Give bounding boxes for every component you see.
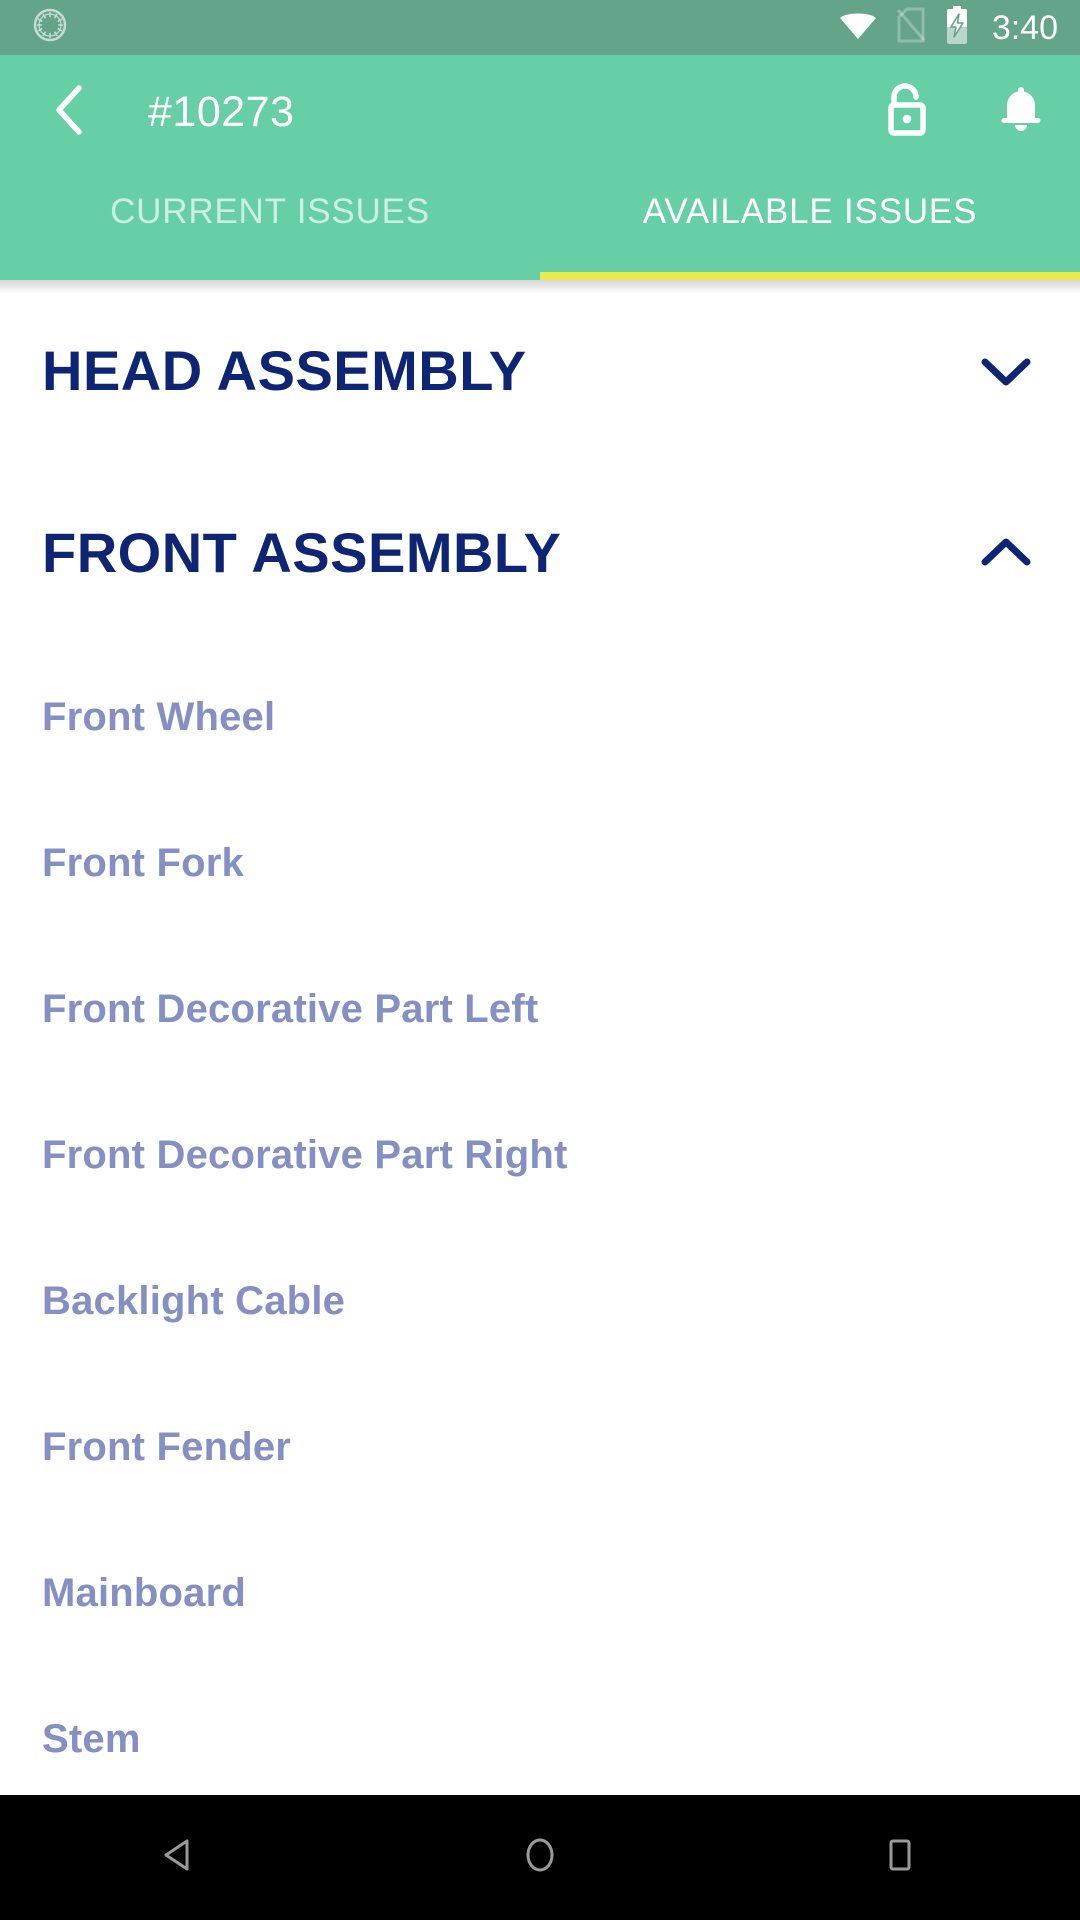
list-item[interactable]: Front Decorative Part Right (0, 1082, 1080, 1228)
front-assembly-parts: Front Wheel Front Fork Front Decorative … (0, 644, 1080, 1795)
list-item[interactable]: Front Fender (0, 1374, 1080, 1520)
list-item-label: Front Fender (42, 1425, 292, 1469)
wifi-icon (838, 9, 878, 46)
nav-home-button[interactable] (360, 1795, 720, 1920)
sync-circle-icon (30, 5, 70, 50)
section-header-head-assembly[interactable]: HEAD ASSEMBLY (0, 280, 1080, 462)
nav-recents-button[interactable] (720, 1795, 1080, 1920)
list-item[interactable]: Front Decorative Part Left (0, 936, 1080, 1082)
status-bar-left (30, 5, 70, 50)
section-header-front-assembly[interactable]: FRONT ASSEMBLY (0, 462, 1080, 644)
nav-recents-icon (878, 1833, 922, 1882)
notification-bell-icon (994, 79, 1048, 146)
list-item-label: Mainboard (42, 1571, 247, 1615)
app-bar-actions (876, 82, 1052, 144)
tab-current-issues[interactable]: CURRENT ISSUES (0, 170, 540, 280)
unlock-icon (878, 79, 936, 146)
sim-card-off-icon (895, 7, 927, 48)
list-item-label: Backlight Cable (42, 1279, 346, 1323)
android-navigation-bar (0, 1795, 1080, 1920)
chevron-down-icon (976, 341, 1036, 401)
back-button[interactable] (44, 85, 98, 140)
notifications-button[interactable] (990, 82, 1052, 144)
section-title: FRONT ASSEMBLY (42, 521, 562, 584)
list-item-label: Stem (42, 1717, 141, 1761)
tab-current-issues-label: CURRENT ISSUES (110, 192, 430, 231)
app-bar-top-row: #10273 (0, 55, 1080, 170)
status-bar-clock: 3:40 (991, 8, 1058, 47)
status-bar: 3:40 (0, 0, 1080, 55)
nav-home-icon (518, 1833, 562, 1882)
tab-available-issues[interactable]: AVAILABLE ISSUES (540, 170, 1080, 280)
tab-bar: CURRENT ISSUES AVAILABLE ISSUES (0, 170, 1080, 280)
list-item[interactable]: Front Fork (0, 790, 1080, 936)
chevron-up-icon (976, 523, 1036, 583)
nav-back-button[interactable] (0, 1795, 360, 1920)
list-item[interactable]: Front Wheel (0, 644, 1080, 790)
list-item-label: Front Wheel (42, 695, 276, 739)
tab-available-issues-label: AVAILABLE ISSUES (642, 192, 978, 231)
list-item-label: Front Fork (42, 841, 244, 885)
available-issues-list[interactable]: HEAD ASSEMBLY FRONT ASSEMBLY Front Wheel… (0, 280, 1080, 1795)
list-item[interactable]: Mainboard (0, 1520, 1080, 1666)
section-title: HEAD ASSEMBLY (42, 339, 527, 402)
unlock-button[interactable] (876, 82, 938, 144)
battery-charging-icon (944, 5, 970, 50)
back-chevron-icon (51, 82, 91, 143)
list-item[interactable]: Stem (0, 1666, 1080, 1795)
tab-indicator-active (540, 272, 1080, 280)
status-bar-right: 3:40 (838, 5, 1058, 50)
page-title: #10273 (148, 88, 295, 136)
list-item-label: Front Decorative Part Left (42, 987, 539, 1031)
app-bar: #10273 CURRENT ISSUES AVAILABLE ISSUES (0, 55, 1080, 280)
list-item[interactable]: Backlight Cable (0, 1228, 1080, 1374)
list-item-label: Front Decorative Part Right (42, 1133, 568, 1177)
nav-back-icon (158, 1833, 202, 1882)
